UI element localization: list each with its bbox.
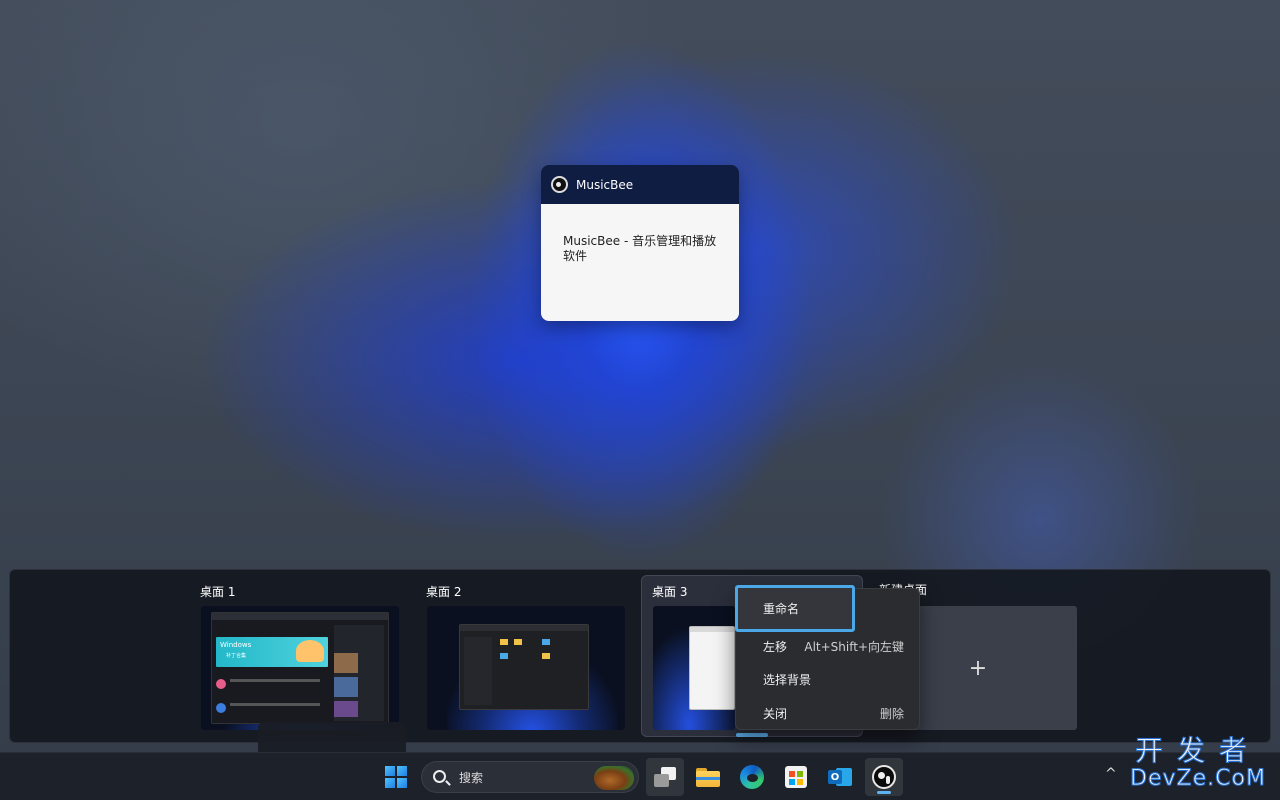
virtual-desktops-bar xyxy=(9,569,1271,743)
menu-item-choose-background[interactable]: 选择背景 xyxy=(736,662,921,696)
task-view-icon xyxy=(654,767,676,787)
file-explorer-icon xyxy=(696,767,720,787)
edge-icon xyxy=(740,765,764,789)
window-titlebar: MusicBee xyxy=(541,165,739,204)
site-watermark: 开发者 DevZe.CoM xyxy=(1130,734,1266,792)
menu-item-close[interactable]: 关闭 删除 xyxy=(736,696,921,730)
menu-item-rename[interactable]: 重命名 xyxy=(735,585,855,632)
move-left-shortcut: Alt+Shift+向左键 xyxy=(804,639,904,654)
taskbar-search-box[interactable]: 搜索 xyxy=(421,761,639,793)
start-button[interactable] xyxy=(377,758,415,796)
desktop-1-thumbnail[interactable]: Windows 补丁合集 xyxy=(201,606,399,730)
outlook-icon: O xyxy=(828,766,852,788)
window-preview: MusicBee - 音乐管理和播放软件 xyxy=(541,204,739,321)
desktop-3-thumbnail[interactable] xyxy=(653,606,735,730)
running-indicator xyxy=(877,791,891,794)
file-explorer-button[interactable] xyxy=(689,758,727,796)
desktop-3-label: 桌面 3 xyxy=(652,585,688,599)
menu-item-move-left[interactable]: 左移 Alt+Shift+向左键 xyxy=(736,629,921,663)
desktop-2-thumbnail[interactable] xyxy=(427,606,625,730)
task-view-button[interactable] xyxy=(646,758,684,796)
store-button[interactable] xyxy=(777,758,815,796)
outlook-button[interactable]: O xyxy=(821,758,859,796)
musicbee-window-thumbnail[interactable]: MusicBee MusicBee - 音乐管理和播放软件 xyxy=(541,165,739,321)
desktop-2-label: 桌面 2 xyxy=(426,585,462,599)
musicbee-window-mini xyxy=(689,626,735,710)
active-desktop-indicator xyxy=(736,733,768,737)
close-shortcut: 删除 xyxy=(879,706,904,721)
edge-button[interactable] xyxy=(733,758,771,796)
taskbar: 搜索 O xyxy=(0,752,1280,800)
search-highlight-icon xyxy=(594,766,634,790)
desktop-context-menu: 重命名 左移 Alt+Shift+向左键 选择背景 关闭 删除 xyxy=(735,585,921,730)
file-explorer-window-mini xyxy=(459,624,589,710)
desktop-1-label: 桌面 1 xyxy=(200,585,236,599)
search-placeholder: 搜索 xyxy=(459,770,484,785)
mini-web-subheading: 补丁合集 xyxy=(226,653,247,659)
musicbee-icon xyxy=(551,176,568,193)
search-icon xyxy=(433,770,446,783)
window-description: MusicBee - 音乐管理和播放软件 xyxy=(563,234,717,263)
plus-icon: + xyxy=(968,655,988,681)
tray-overflow-chevron-icon[interactable]: ^ xyxy=(1105,766,1117,782)
browser-window-mini: Windows 补丁合集 xyxy=(211,612,389,724)
desktop-1-hover-area xyxy=(258,722,406,756)
mini-web-heading: Windows xyxy=(220,641,252,649)
start-icon xyxy=(385,766,407,788)
window-title: MusicBee xyxy=(576,177,634,192)
store-icon xyxy=(785,766,807,788)
musicbee-icon xyxy=(872,765,896,789)
